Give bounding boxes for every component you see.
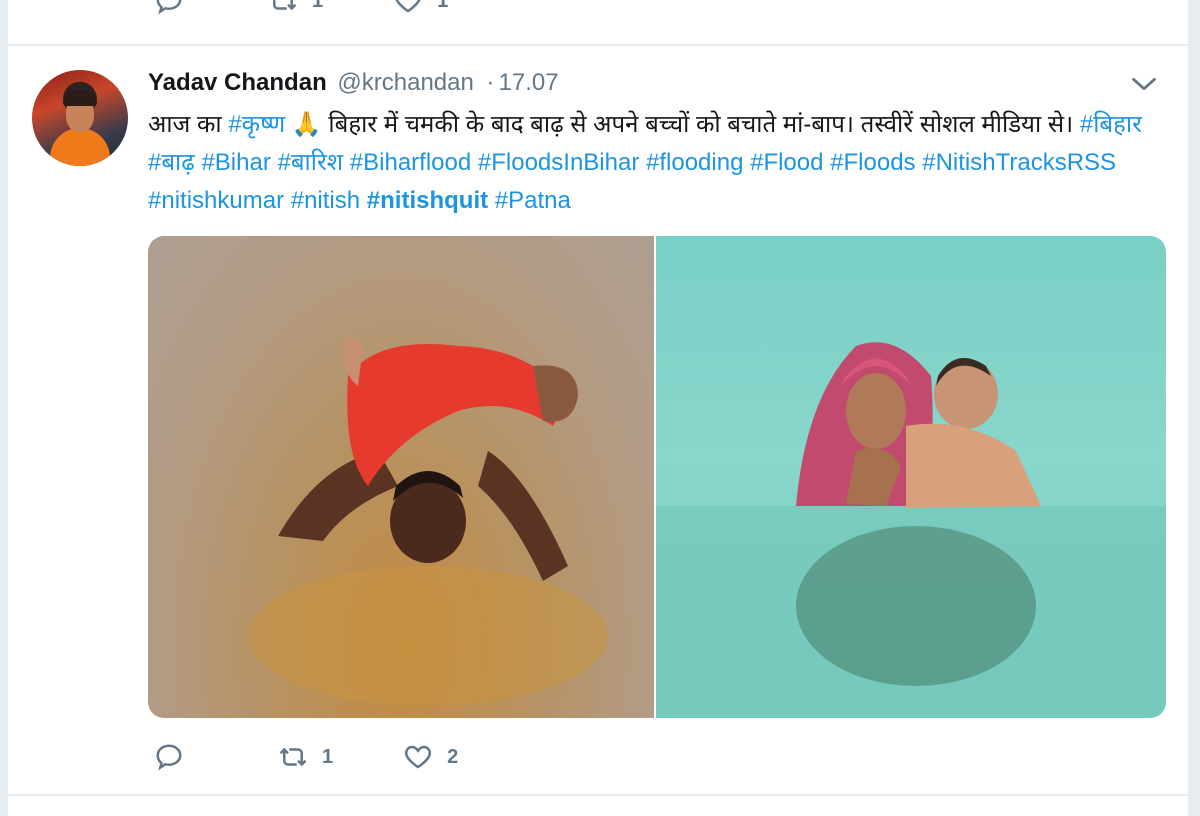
hashtag-link-highlighted[interactable]: #nitishquit bbox=[367, 187, 488, 214]
retweet-count: 1 bbox=[312, 0, 324, 12]
avatar-hair bbox=[63, 90, 97, 106]
hashtag-link[interactable]: #nitishkumar bbox=[148, 187, 284, 214]
separator-dot: · bbox=[486, 69, 495, 96]
previous-tweet-actions: 1 1 bbox=[154, 0, 518, 16]
previous-tweet-card: 1 1 bbox=[8, 0, 1188, 45]
hashtag-link[interactable]: #Patna bbox=[495, 187, 571, 214]
hashtag-link[interactable]: #बिहार bbox=[1080, 111, 1142, 138]
pray-emoji: 🙏 bbox=[285, 111, 329, 138]
media-photo-right[interactable] bbox=[656, 236, 1166, 718]
retweet-icon bbox=[279, 747, 307, 767]
reply-icon bbox=[156, 744, 182, 771]
hashtag-link[interactable]: #FloodsInBihar bbox=[478, 149, 639, 176]
retweet-count: 1 bbox=[322, 745, 334, 768]
tweet-text-body: बिहार में चमकी के बाद बाढ़ से अपने बच्चो… bbox=[328, 111, 1080, 138]
reply-button[interactable] bbox=[154, 742, 208, 772]
media-photo-left[interactable] bbox=[148, 236, 654, 718]
tweet-timestamp[interactable]: 17.07 bbox=[499, 69, 559, 96]
like-icon bbox=[395, 0, 421, 13]
like-icon bbox=[405, 745, 432, 769]
avatar[interactable] bbox=[32, 70, 128, 166]
retweet-button[interactable]: 1 bbox=[268, 0, 323, 16]
avatar-shirt bbox=[50, 128, 110, 166]
author-name[interactable]: Yadav Chandan bbox=[148, 69, 327, 96]
tweet-header: Yadav Chandan @krchandan · 17.07 bbox=[148, 68, 559, 98]
retweet-icon bbox=[273, 0, 297, 11]
hashtag-link[interactable]: #Floods bbox=[830, 149, 915, 176]
flood-photo-man-illustration bbox=[248, 337, 608, 706]
tweet-text-intro: आज का bbox=[148, 111, 229, 138]
tweet-actions: 1 2 bbox=[154, 742, 528, 772]
hashtag-link[interactable]: #बाढ़ bbox=[148, 149, 195, 176]
hashtag-link[interactable]: #बारिश bbox=[278, 149, 344, 176]
chevron-down-icon[interactable] bbox=[1130, 74, 1158, 94]
next-tweet-card bbox=[8, 796, 1188, 816]
like-button[interactable]: 2 bbox=[403, 742, 458, 772]
author-handle[interactable]: @krchandan bbox=[337, 69, 473, 96]
hashtag-link[interactable]: #flooding bbox=[646, 149, 743, 176]
hashtag-link[interactable]: #nitish bbox=[291, 187, 360, 214]
reply-button[interactable] bbox=[154, 0, 198, 16]
tweet-text: आज का #कृष्ण 🙏 बिहार में चमकी के बाद बाढ… bbox=[148, 106, 1158, 220]
hashtag-link[interactable]: #कृष्ण bbox=[228, 111, 285, 138]
hashtag-link[interactable]: #NitishTracksRSS bbox=[922, 149, 1116, 176]
hashtag-link[interactable]: #Biharflood bbox=[350, 149, 471, 176]
reply-icon bbox=[156, 0, 182, 15]
hashtag-link[interactable]: #Flood bbox=[750, 149, 823, 176]
tweet-card[interactable]: Yadav Chandan @krchandan · 17.07 आज का #क… bbox=[8, 46, 1188, 794]
like-count: 2 bbox=[447, 745, 459, 768]
like-count: 1 bbox=[437, 0, 449, 12]
tweet-media bbox=[148, 236, 1166, 718]
like-button[interactable]: 1 bbox=[393, 0, 448, 16]
retweet-button[interactable]: 1 bbox=[278, 742, 333, 772]
flood-photo-mother-illustration bbox=[656, 342, 1166, 718]
hashtag-link[interactable]: #Bihar bbox=[201, 149, 270, 176]
